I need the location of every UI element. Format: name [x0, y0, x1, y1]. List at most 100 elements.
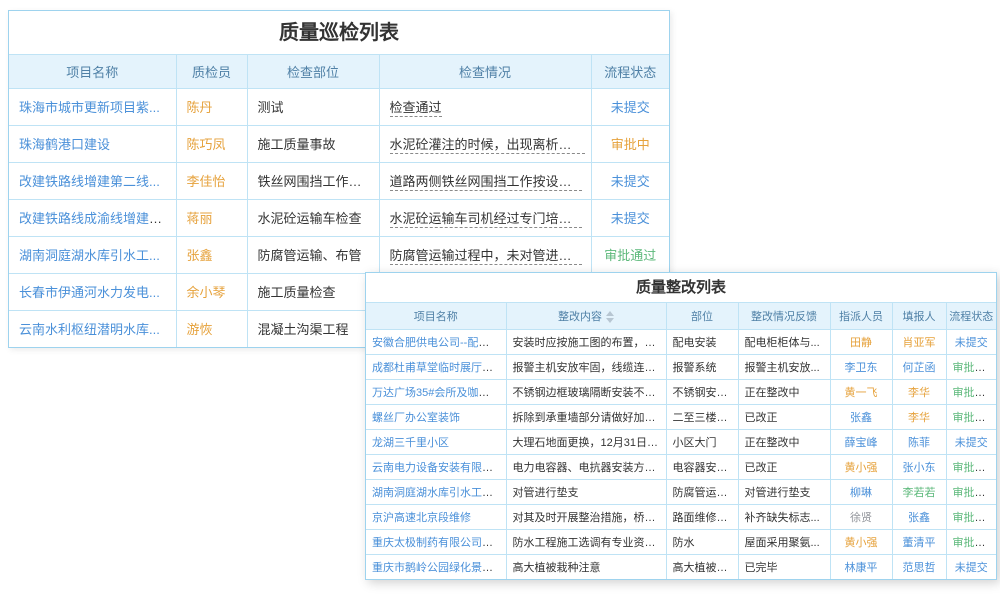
rectify-row: 安徽合肥供电公司--配电设备...安装时应按施工图的布置，将...配电安装配电柜…	[366, 329, 996, 354]
reporter-name: 张小东	[892, 454, 946, 479]
inspection-row: 湖南洞庭湖水库引水工...张鑫防腐管运输、布管防腐管运输过程中，未对管进行...…	[9, 236, 669, 273]
project-link[interactable]: 万达广场35#会所及咖啡厅空...	[366, 379, 506, 404]
col-header-reporter: 填报人	[892, 303, 946, 329]
assignee-name: 黄小强	[830, 454, 892, 479]
rectify-content: 安装时应按施工图的布置，将...	[506, 329, 666, 354]
reporter-name: 肖亚军	[892, 329, 946, 354]
inspector-name: 张鑫	[176, 236, 247, 273]
process-status: 未提交	[946, 329, 996, 354]
rectify-row: 螺丝厂办公室装饰拆除到承重墙部分请做好加固...二至三楼混...已改正张鑫李华审…	[366, 404, 996, 429]
rectify-row: 重庆太极制药有限公司亳州中...防水工程施工选调有专业资质...防水屋面采用聚氨…	[366, 529, 996, 554]
rectify-row: 云南电力设备安装有限公司20...电力电容器、电抗器安装方案...电容器安装..…	[366, 454, 996, 479]
project-link[interactable]: 湖南洞庭湖水库引水工...	[9, 236, 176, 273]
project-link[interactable]: 云南水利枢纽潜明水库...	[9, 310, 176, 347]
rectify-row: 湖南洞庭湖水库引水工程施工1标对管进行垫支防腐管运输...对管进行垫支柳琳李若若…	[366, 479, 996, 504]
assignee-name: 张鑫	[830, 404, 892, 429]
inspection-situation: 检查通过	[379, 88, 591, 125]
project-link[interactable]: 珠海市城市更新项目紫...	[9, 88, 176, 125]
process-status: 审批通过	[946, 504, 996, 529]
project-link[interactable]: 安徽合肥供电公司--配电设备...	[366, 329, 506, 354]
assignee-name: 黄小强	[830, 529, 892, 554]
rectify-part: 防水	[666, 529, 738, 554]
assignee-name: 林康平	[830, 554, 892, 579]
process-status: 审批通过	[946, 404, 996, 429]
rectify-table: 项目名称 整改内容 部位 整改情况反馈 指派人员 填报人 流程状态 安徽合肥供电…	[366, 303, 996, 579]
inspector-name: 游恢	[176, 310, 247, 347]
rectify-content: 防水工程施工选调有专业资质...	[506, 529, 666, 554]
rectify-content: 报警主机安放牢固，线缆连接...	[506, 354, 666, 379]
inspection-row: 改建铁路线增建第二线...李佳怡铁丝网围挡工作检查道路两侧铁丝网围挡工作按设计.…	[9, 162, 669, 199]
project-link[interactable]: 改建铁路线增建第二线...	[9, 162, 176, 199]
reporter-name: 董清平	[892, 529, 946, 554]
rectify-part: 报警系统	[666, 354, 738, 379]
assignee-name: 李卫东	[830, 354, 892, 379]
col-header-situation: 检查情况	[379, 55, 591, 88]
rectify-header-row: 项目名称 整改内容 部位 整改情况反馈 指派人员 填报人 流程状态	[366, 303, 996, 329]
reporter-name: 何芷函	[892, 354, 946, 379]
assignee-name: 徐贤	[830, 504, 892, 529]
col-header-content[interactable]: 整改内容	[506, 303, 666, 329]
reporter-name: 张鑫	[892, 504, 946, 529]
rectify-content: 不锈钢边框玻璃隔断安装不平...	[506, 379, 666, 404]
inspection-part: 混凝土沟渠工程	[247, 310, 379, 347]
project-link[interactable]: 重庆太极制药有限公司亳州中...	[366, 529, 506, 554]
col-header-project: 项目名称	[366, 303, 506, 329]
inspection-situation: 水泥砼灌注的时候，出现离析现象	[379, 125, 591, 162]
process-status: 未提交	[946, 429, 996, 454]
rectify-part: 小区大门	[666, 429, 738, 454]
rectify-row: 万达广场35#会所及咖啡厅空...不锈钢边框玻璃隔断安装不平...不锈钢安装..…	[366, 379, 996, 404]
project-link[interactable]: 螺丝厂办公室装饰	[366, 404, 506, 429]
inspection-situation: 防腐管运输过程中，未对管进行...	[379, 236, 591, 273]
rectify-part: 防腐管运输...	[666, 479, 738, 504]
inspection-row: 改建铁路线成渝线增建第...蒋丽水泥砼运输车检查水泥砼运输车司机经过专门培训..…	[9, 199, 669, 236]
rectify-feedback: 报警主机安放...	[738, 354, 830, 379]
process-status: 审批通过	[946, 379, 996, 404]
reporter-name: 李华	[892, 404, 946, 429]
project-link[interactable]: 龙湖三千里小区	[366, 429, 506, 454]
process-status: 审批通过	[946, 354, 996, 379]
project-link[interactable]: 云南电力设备安装有限公司20...	[366, 454, 506, 479]
rectify-feedback: 补齐缺失标志...	[738, 504, 830, 529]
inspector-name: 李佳怡	[176, 162, 247, 199]
rectify-feedback: 屋面采用聚氨...	[738, 529, 830, 554]
sort-caret-icon[interactable]	[606, 311, 614, 323]
col-header-status: 流程状态	[591, 55, 669, 88]
col-header-assignee: 指派人员	[830, 303, 892, 329]
rectify-content: 对其及时开展整治措施，桥头...	[506, 504, 666, 529]
process-status: 审批通过	[591, 236, 669, 273]
inspection-part: 施工质量检查	[247, 273, 379, 310]
rectify-feedback: 正在整改中	[738, 379, 830, 404]
process-status: 审批通过	[946, 529, 996, 554]
assignee-name: 薛宝峰	[830, 429, 892, 454]
rectify-part: 路面维修检...	[666, 504, 738, 529]
project-link[interactable]: 珠海鹤港口建设	[9, 125, 176, 162]
rectify-table-title: 质量整改列表	[366, 273, 996, 303]
process-status: 审批中	[591, 125, 669, 162]
inspection-situation: 道路两侧铁丝网围挡工作按设计...	[379, 162, 591, 199]
process-status: 审批通过	[946, 479, 996, 504]
reporter-name: 陈菲	[892, 429, 946, 454]
rectify-feedback: 配电柜柜体与...	[738, 329, 830, 354]
rectify-content: 高大植被栽种注意	[506, 554, 666, 579]
col-header-inspector: 质检员	[176, 55, 247, 88]
inspection-row: 珠海市城市更新项目紫...陈丹测试检查通过未提交	[9, 88, 669, 125]
rectify-part: 二至三楼混...	[666, 404, 738, 429]
inspection-part: 水泥砼运输车检查	[247, 199, 379, 236]
col-header-part: 部位	[666, 303, 738, 329]
col-header-content-label: 整改内容	[558, 311, 602, 323]
project-link[interactable]: 京沪高速北京段维修	[366, 504, 506, 529]
project-link[interactable]: 长春市伊通河水力发电...	[9, 273, 176, 310]
project-link[interactable]: 成都杜甫草堂临时展厅独立展...	[366, 354, 506, 379]
rectify-row: 龙湖三千里小区大理石地面更换，12月31日之...小区大门正在整改中薛宝峰陈菲未…	[366, 429, 996, 454]
rectify-feedback: 正在整改中	[738, 429, 830, 454]
project-link[interactable]: 改建铁路线成渝线增建第...	[9, 199, 176, 236]
rectify-part: 高大植被栽种	[666, 554, 738, 579]
rectify-table-card: 质量整改列表 项目名称 整改内容 部位 整改情况反馈 指派人员 填报人 流程状态…	[365, 272, 997, 580]
reporter-name: 李华	[892, 379, 946, 404]
rectify-feedback: 对管进行垫支	[738, 479, 830, 504]
project-link[interactable]: 重庆市鹅岭公园绿化景观提升...	[366, 554, 506, 579]
rectify-feedback: 已完毕	[738, 554, 830, 579]
rectify-content: 大理石地面更换，12月31日之...	[506, 429, 666, 454]
inspector-name: 陈巧凤	[176, 125, 247, 162]
project-link[interactable]: 湖南洞庭湖水库引水工程施工1标	[366, 479, 506, 504]
